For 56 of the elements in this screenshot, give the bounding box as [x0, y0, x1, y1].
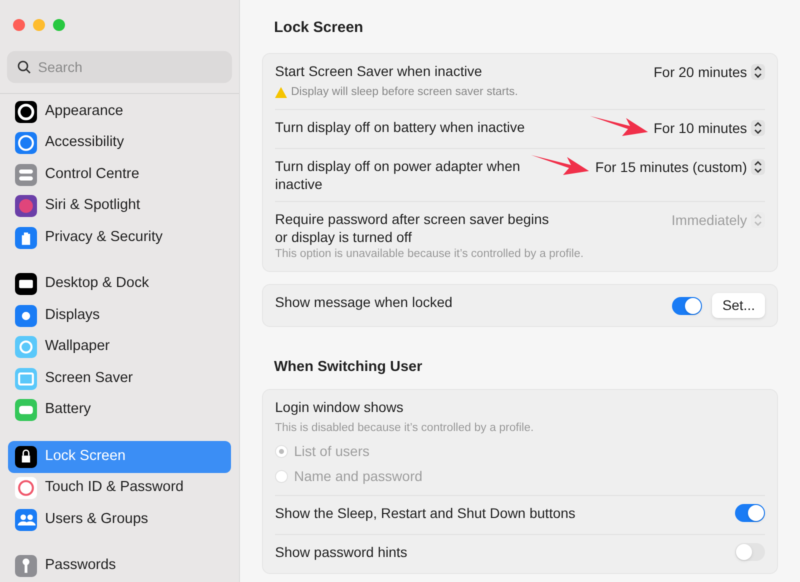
- warning-text: Display will sleep before screen saver starts.: [291, 84, 518, 100]
- toggle-switch[interactable]: [735, 543, 765, 561]
- setting-label: Turn display off on power adapter when inactive: [275, 156, 522, 193]
- settings-icon: [15, 477, 37, 500]
- settings-icon: [15, 164, 37, 186]
- setting-label: Start Screen Saver when inactive: [275, 62, 482, 80]
- note-text: This is disabled because it’s controlled by a profile.: [275, 420, 535, 436]
- popup-button[interactable]: For 10 minutes: [654, 118, 747, 139]
- search-field[interactable]: Search: [7, 51, 232, 83]
- settings-icon: [15, 132, 37, 154]
- setting-label: Login window shows: [275, 398, 404, 416]
- sidebar-item[interactable]: Siri & Spotlight: [8, 190, 231, 222]
- sidebar-item[interactable]: Users & Groups: [8, 504, 231, 536]
- settings-icon: [15, 226, 37, 249]
- settings-icon: [15, 446, 37, 468]
- sidebar-item[interactable]: Touch ID & Password: [8, 472, 231, 504]
- search-icon: [17, 60, 31, 74]
- sidebar-item[interactable]: Desktop & Dock: [8, 268, 231, 300]
- setting-label: Show password hints: [275, 543, 408, 561]
- setting-label: Turn display off on battery when inactive: [275, 118, 525, 136]
- settings-icon: [15, 304, 37, 327]
- stepper-icon: [751, 120, 765, 136]
- sidebar-item[interactable]: Accessibility: [8, 128, 231, 159]
- sidebar-item[interactable]: Appearance: [8, 96, 231, 128]
- toggle-switch[interactable]: [735, 504, 765, 522]
- settings-icon: [15, 336, 37, 358]
- settings-icon: [15, 555, 37, 578]
- settings-icon: [15, 508, 37, 531]
- sidebar-item[interactable]: Wallpaper: [8, 332, 231, 363]
- stepper-icon: [751, 159, 765, 176]
- sidebar-item[interactable]: Passwords: [8, 550, 231, 582]
- settings-icon: [15, 399, 37, 422]
- set-button[interactable]: Set...: [712, 293, 765, 318]
- popup-button[interactable]: For 20 minutes: [654, 62, 747, 82]
- setting-label: Show the Sleep, Restart and Shut Down buttons: [275, 504, 576, 522]
- toggle-switch[interactable]: [672, 296, 702, 314]
- settings-icon: [15, 195, 37, 218]
- sidebar-item[interactable]: Privacy & Security: [8, 222, 231, 254]
- section-heading: When Switching User: [274, 358, 424, 377]
- settings-icon: [15, 100, 37, 123]
- sidebar-item[interactable]: Displays: [8, 300, 231, 332]
- stepper-icon: [751, 64, 765, 80]
- sidebar-item[interactable]: Control Centre: [8, 159, 231, 190]
- popup-button[interactable]: For 15 minutes (custom): [595, 156, 747, 178]
- settings-icon: [15, 273, 37, 296]
- page-title: Lock Screen: [274, 18, 364, 38]
- sidebar-item[interactable]: Battery: [8, 394, 231, 426]
- sidebar-item[interactable]: Screen Saver: [8, 363, 231, 394]
- settings-icon: [15, 368, 37, 390]
- minimize-button[interactable]: [33, 19, 45, 31]
- zoom-button[interactable]: [53, 19, 65, 31]
- setting-label: Show message when locked: [275, 293, 452, 311]
- note-text: This option is unavailable because it’s controlled by a profile.: [275, 246, 585, 262]
- warning-icon: [275, 86, 287, 98]
- setting-label: Require password after screen saver begins or display is turned off: [275, 210, 550, 246]
- close-button[interactable]: [13, 19, 25, 31]
